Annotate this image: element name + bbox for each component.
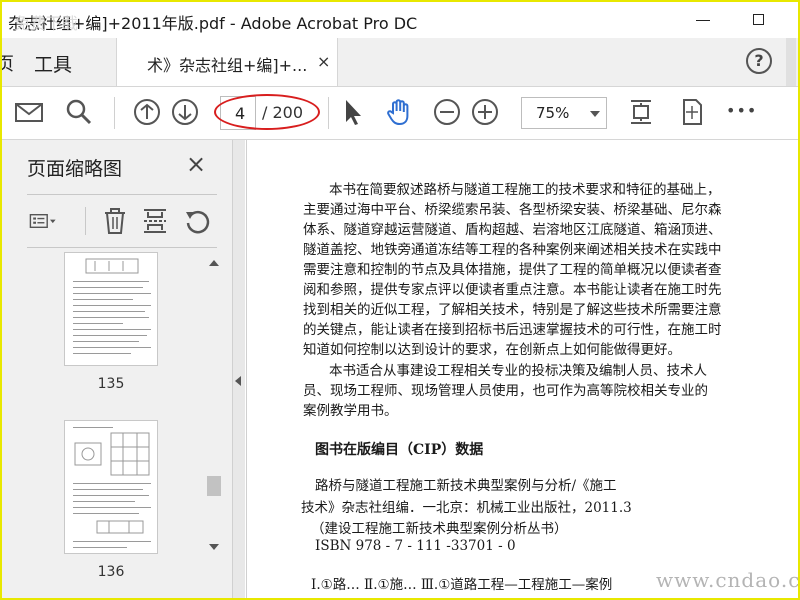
rotate-page-icon[interactable] [677, 97, 707, 127]
thumbnail-page-135[interactable] [64, 252, 158, 366]
extract-icon[interactable] [141, 207, 169, 235]
page-down-icon[interactable] [170, 97, 200, 127]
tab-scrollbar[interactable] [786, 38, 796, 86]
doc-line: 体系、隧道穿越运营隧道、盾构超越、岩溶地区江底隧道、箱涵顶进、 [303, 222, 722, 238]
scroll-up-icon[interactable] [209, 260, 219, 266]
tab-document[interactable]: 术》杂志社组+编]+... × [116, 38, 338, 86]
thumbnail-page-label: 136 [97, 564, 125, 580]
cip-heading: 图书在版编目（CIP）数据 [315, 442, 484, 458]
doc-line: 案例教学用书。 [303, 403, 398, 419]
select-cursor-icon[interactable] [338, 97, 368, 127]
doc-line: 员、现场工程师、现场管理人员使用，也可作为高等院校相关专业的 [303, 383, 708, 399]
cip-line: 技术》杂志社组编．一北京：机械工业出版社，2011.3 [301, 500, 632, 516]
minimize-button[interactable] [692, 8, 716, 32]
zoom-in-icon[interactable] [470, 97, 500, 127]
tab-bar: 页 工具 术》杂志社组+编]+... × ? [2, 38, 798, 87]
thumbnail-figure [85, 258, 139, 274]
toolbar-divider [328, 97, 329, 129]
site-watermark: www.cndao.com [656, 568, 800, 592]
more-icon[interactable]: ••• [726, 101, 756, 131]
thumbnail-page-136[interactable] [64, 420, 158, 554]
close-tab-button[interactable]: × [317, 52, 330, 71]
hand-tool-icon[interactable] [384, 97, 414, 127]
trash-icon[interactable] [101, 207, 129, 235]
doc-line: 需要注意和控制的节点及具体措施，提供了工程的简单概况以便读者查 [303, 262, 722, 278]
tab-tools[interactable]: 工具 [34, 50, 72, 77]
document-tab-label: 术》杂志社组+编]+... [147, 56, 308, 75]
doc-line: 阅和参照，提供专家点评以便读者重点注意。本书能让读者在施工时先 [303, 282, 722, 298]
zoom-select[interactable]: 75% [521, 97, 607, 129]
doc-line: 本书在简要叙述路桥与隧道工程施工的技术要求和特征的基础上， [329, 182, 721, 198]
help-button[interactable]: ? [746, 48, 772, 74]
doc-line: 的关键点，能让读者在接到招标书后迅速掌握技术的可行性，在施工时 [303, 322, 722, 338]
doc-line: 隧道盖挖、地铁旁通道冻结等工程的各种案例来阐述相关技术在实践中 [303, 242, 722, 258]
mail-icon[interactable] [14, 97, 44, 127]
document-view[interactable]: 本书在简要叙述路桥与隧道工程施工的技术要求和特征的基础上， 主要通过海中平台、桥… [246, 140, 798, 598]
red-annotation-ellipse [214, 94, 320, 130]
zoom-value: 75% [536, 104, 570, 122]
panel-toolbar-divider [85, 207, 86, 235]
tab-home-partial[interactable]: 页 [2, 50, 14, 76]
thumbnail-list[interactable]: 135 136 [2, 252, 232, 598]
thumbnail-figure [96, 520, 144, 534]
scroll-down-icon[interactable] [209, 544, 219, 550]
toolbar-divider [114, 97, 115, 129]
doc-line: 本书适合从事建设工程相关专业的投标决策及编制人员、技术人 [329, 363, 707, 379]
thumbnail-page-label: 135 [97, 376, 125, 392]
close-panel-button[interactable]: × [186, 150, 206, 178]
cip-line: （建设工程施工新技术典型案例分析丛书） [311, 521, 568, 537]
doc-line: 主要通过海中平台、桥梁缆索吊装、各型桥梁安装、桥梁基础、尼尔森 [303, 202, 722, 218]
maximize-button[interactable] [747, 8, 771, 32]
main-toolbar: 4 / 200 75% ••• [2, 87, 798, 140]
cip-line: 路桥与隧道工程施工新技术典型案例与分析/《施工 [315, 478, 617, 494]
panel-collapse-strip[interactable] [233, 140, 245, 598]
panel-toolbar [27, 194, 217, 248]
overlay-mark: 免费下载 [14, 14, 79, 33]
page-up-icon[interactable] [132, 97, 162, 127]
cip-line: Ⅰ.①路… Ⅱ.①施… Ⅲ.①道路工程—工程施工—案例 [311, 577, 613, 593]
acrobat-window: 杂志社组+编]+2011年版.pdf - Adobe Acrobat Pro D… [0, 0, 800, 600]
fit-page-icon[interactable] [626, 97, 656, 127]
doc-line: 知道如何控制以达到设计的要求，在创新点上如何能做得更好。 [303, 342, 681, 358]
title-bar: 杂志社组+编]+2011年版.pdf - Adobe Acrobat Pro D… [2, 2, 798, 38]
chevron-left-icon [235, 376, 241, 386]
scrollbar-thumb[interactable] [207, 476, 221, 496]
thumbnail-scrollbar[interactable] [204, 252, 224, 598]
panel-title: 页面缩略图 [27, 158, 123, 180]
thumbnails-panel: 页面缩略图 × 135 136 [2, 140, 233, 598]
search-icon[interactable] [64, 97, 94, 127]
cip-line: ISBN 978 - 7 - 111 -33701 - 0 [315, 538, 516, 554]
thumbnail-figure [110, 432, 150, 476]
thumbnail-figure [74, 442, 102, 466]
chevron-down-icon [590, 111, 600, 117]
zoom-out-icon[interactable] [432, 97, 462, 127]
undo-icon[interactable] [183, 207, 211, 235]
thumbnail-options-icon[interactable] [29, 207, 57, 235]
doc-line: 找到相关的近似工程，了解相关技术，特别是了解这些技术所需要注意 [303, 302, 722, 318]
